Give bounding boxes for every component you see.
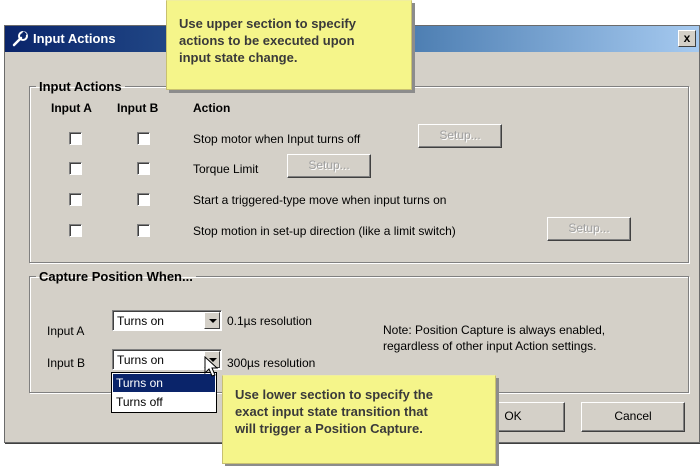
row3-input-a-checkbox[interactable] (69, 193, 82, 206)
wrench-icon (12, 31, 28, 47)
capture-input-b-resolution: 300µs resolution (227, 356, 316, 370)
row1-input-a-checkbox[interactable] (69, 132, 82, 145)
upper-callout-line1: Use upper section to specify (179, 16, 356, 31)
dropdown-option-turns-on[interactable]: Turns on (113, 374, 215, 392)
row4-input-b-checkbox[interactable] (137, 224, 150, 237)
input-actions-legend: Input Actions (39, 79, 122, 94)
row4-action-label: Stop motion in set-up direction (like a … (193, 224, 456, 238)
window-title: Input Actions (33, 31, 116, 46)
row4-setup-button[interactable]: Setup... (547, 217, 631, 241)
upper-callout-line3: input state change. (179, 50, 298, 65)
lower-callout-line1: Use lower section to specify the (235, 387, 433, 402)
capture-input-a-select[interactable]: Turns on (112, 310, 222, 331)
lower-callout-line3: will trigger a Position Capture. (235, 421, 423, 436)
row2-input-b-checkbox[interactable] (137, 162, 150, 175)
row2-setup-button[interactable]: Setup... (287, 154, 371, 178)
upper-section-callout: Use upper section to specify actions to … (166, 0, 412, 90)
dropdown-option-turns-off[interactable]: Turns off (113, 393, 215, 411)
cancel-button[interactable]: Cancel (581, 402, 685, 432)
lower-section-callout: Use lower section to specify the exact i… (222, 375, 496, 464)
action-column-header: Action (193, 101, 231, 115)
upper-callout-line2: actions to be executed upon (179, 33, 355, 48)
close-button[interactable]: x (678, 30, 696, 47)
row4-input-a-checkbox[interactable] (69, 224, 82, 237)
capture-input-b-label: Input B (47, 356, 86, 370)
row1-setup-button[interactable]: Setup... (418, 124, 502, 148)
input-a-column-header: Input A (51, 101, 92, 115)
input-b-column-header: Input B (117, 101, 159, 115)
lower-callout-line2: exact input state transition that (235, 404, 428, 419)
row2-input-a-checkbox[interactable] (69, 162, 82, 175)
row1-action-label: Stop motor when Input turns off (193, 132, 361, 146)
capture-note-line1: Note: Position Capture is always enabled… (383, 323, 606, 337)
capture-input-b-dropdown-list: Turns on Turns off (111, 372, 217, 413)
capture-input-a-resolution: 0.1µs resolution (227, 314, 312, 328)
capture-input-a-label: Input A (47, 324, 85, 338)
row1-input-b-checkbox[interactable] (137, 132, 150, 145)
capture-input-a-value: Turns on (117, 314, 164, 328)
row3-input-b-checkbox[interactable] (137, 193, 150, 206)
capture-input-b-value: Turns on (117, 353, 164, 367)
row2-action-label: Torque Limit (193, 162, 259, 176)
row3-action-label: Start a triggered-type move when input t… (193, 193, 447, 207)
mouse-pointer-icon (204, 356, 218, 377)
capture-position-legend: Capture Position When... (39, 269, 193, 284)
capture-note-line2: regardless of other input Action setting… (383, 339, 597, 353)
chevron-down-icon[interactable] (204, 312, 220, 329)
